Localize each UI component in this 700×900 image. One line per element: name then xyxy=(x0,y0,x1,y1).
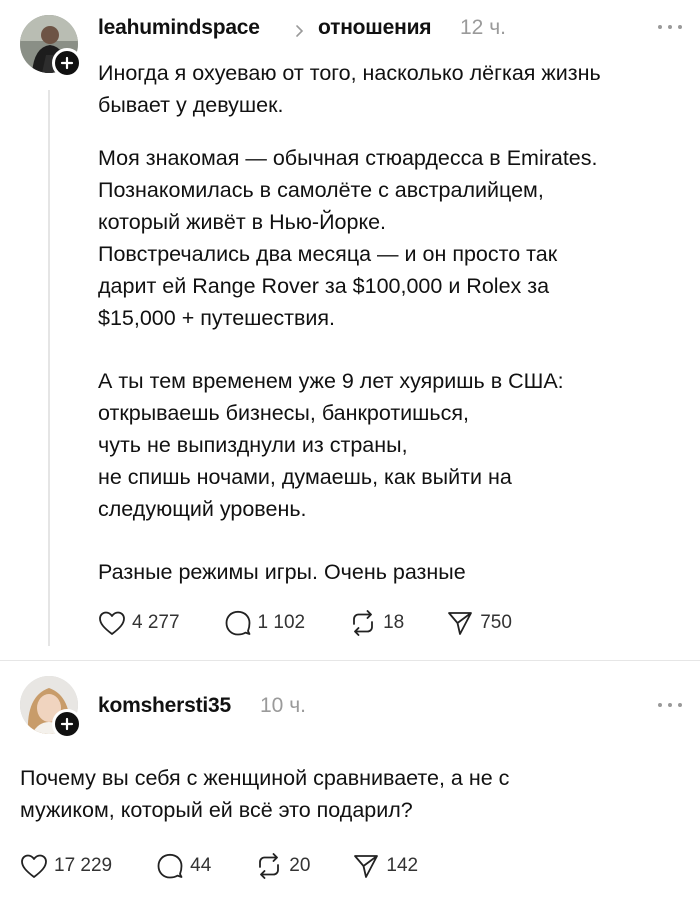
post-paragraph: Разные режимы игры. Очень разные xyxy=(98,560,466,584)
repost-button[interactable]: 18 xyxy=(349,610,404,636)
divider xyxy=(0,660,700,661)
more-icon[interactable] xyxy=(658,22,682,32)
comment-count: 1 102 xyxy=(257,612,306,633)
share-button[interactable]: 142 xyxy=(352,853,418,879)
reply-timestamp: 10 ч. xyxy=(260,694,306,717)
chevron-right-icon xyxy=(296,25,304,37)
repost-icon xyxy=(259,853,280,879)
share-button[interactable]: 750 xyxy=(446,610,512,636)
follow-plus-icon[interactable] xyxy=(52,709,82,739)
repost-count: 18 xyxy=(383,612,405,633)
topic-tag[interactable]: отношения xyxy=(318,16,432,40)
follow-plus-icon[interactable] xyxy=(52,48,82,78)
like-button[interactable]: 4 277 xyxy=(98,610,180,636)
post-paragraph: Иногда я охуеваю от того, насколько лёгк… xyxy=(98,61,601,117)
like-count: 4 277 xyxy=(132,612,180,633)
repost-count: 20 xyxy=(289,855,311,876)
reply-username[interactable]: komshersti35 xyxy=(98,694,231,718)
comment-icon xyxy=(157,853,183,879)
like-button[interactable]: 17 229 xyxy=(20,853,112,879)
comment-button[interactable]: 1 102 xyxy=(224,610,306,636)
author-username[interactable]: leahumindspace xyxy=(98,16,260,40)
share-icon xyxy=(354,855,379,878)
repost-button[interactable]: 20 xyxy=(255,853,310,879)
more-icon[interactable] xyxy=(658,700,682,710)
post-paragraph: А ты тем временем уже 9 лет хуяришь в СШ… xyxy=(98,369,564,521)
heart-icon xyxy=(21,854,47,878)
share-count: 142 xyxy=(386,855,419,876)
comment-icon xyxy=(225,610,250,636)
reply-text: Почему вы себя с женщиной сравниваете, а… xyxy=(20,766,510,822)
comment-button[interactable]: 44 xyxy=(156,853,211,879)
post-actions: 4 277 1 102 18 750 xyxy=(98,610,554,636)
comment-count: 44 xyxy=(190,855,212,876)
post-paragraph: Моя знакомая — обычная стюардесса в Emir… xyxy=(98,146,598,330)
post-timestamp: 12 ч. xyxy=(460,16,506,39)
share-icon xyxy=(448,612,473,635)
reply-actions: 17 229 44 20 142 xyxy=(20,853,460,879)
share-count: 750 xyxy=(480,612,512,633)
repost-icon xyxy=(353,610,373,636)
heart-icon xyxy=(99,611,125,635)
like-count: 17 229 xyxy=(54,855,113,876)
thread-line xyxy=(48,90,50,646)
